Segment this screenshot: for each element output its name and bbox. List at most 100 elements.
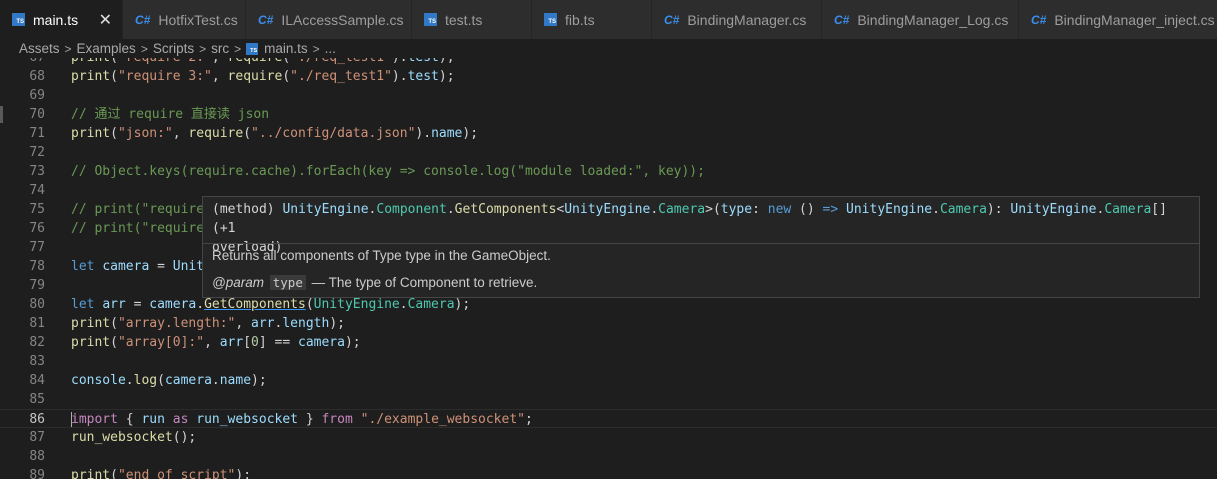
code-line[interactable]: 70 // 通过 require 直接读 json (0, 105, 1217, 124)
breadcrumb-item-src[interactable]: src (211, 41, 229, 56)
tab-label: BindingManager.cs (687, 11, 807, 28)
csharp-icon: C# (258, 12, 274, 27)
line-number: 86 (29, 412, 45, 427)
tab-label: test.ts (445, 11, 483, 28)
code-text[interactable]: print("require 3:", require("./req_test1… (71, 67, 455, 86)
close-icon[interactable]: ✕ (99, 10, 112, 29)
code-text[interactable]: print("end of script"); (71, 466, 251, 479)
csharp-icon: C# (135, 12, 151, 27)
chevron-right-icon: > (199, 41, 207, 56)
tab-fib-ts[interactable]: TS fib.ts (532, 0, 652, 39)
tab-ilaccesssample-cs[interactable]: C# ILAccessSample.cs (246, 0, 412, 39)
code-line[interactable]: 85 (0, 390, 1217, 409)
line-number: 68 (29, 69, 45, 84)
code-line[interactable]: 68 print("require 3:", require("./req_tes… (0, 67, 1217, 86)
line-number: 82 (29, 335, 45, 350)
code-text[interactable]: // 通过 require 直接读 json (71, 105, 269, 124)
tab-label: fib.ts (565, 11, 595, 28)
code-line[interactable]: 73 // Object.keys(require.cache).forEach(… (0, 162, 1217, 181)
tab-label: HotfixTest.cs (158, 11, 238, 28)
breadcrumb: Assets > Examples > Scripts > src > TS m… (0, 39, 1217, 58)
code-line[interactable]: 71 print("json:", require("../config/data… (0, 124, 1217, 143)
line-number: 70 (29, 107, 45, 122)
editor-tab-bar: TS main.ts ✕ C# HotfixTest.cs C# ILAcces… (0, 0, 1217, 39)
code-line[interactable]: 88 (0, 447, 1217, 466)
tab-label: ILAccessSample.cs (281, 11, 404, 28)
code-text[interactable]: // Object.keys(require.cache).forEach(ke… (71, 162, 705, 181)
line-number: 88 (29, 449, 45, 464)
code-text[interactable]: import { run as run_websocket } from "./… (71, 410, 533, 429)
code-text[interactable]: print("array[0]:", arr[0] == camera); (71, 333, 361, 352)
tab-main-ts[interactable]: TS main.ts ✕ (0, 0, 123, 39)
param-description: — The type of Component to retrieve. (311, 275, 538, 290)
param-name: type (269, 275, 306, 290)
method-description: Returns all components of Type type in t… (212, 248, 551, 263)
breadcrumb-item-examples[interactable]: Examples (77, 41, 136, 56)
tab-label: main.ts (33, 11, 79, 28)
breadcrumb-item-assets[interactable]: Assets (19, 41, 60, 56)
breadcrumb-item-scripts[interactable]: Scripts (153, 41, 194, 56)
code-text[interactable]: // print("require (71, 200, 204, 219)
line-number: 85 (29, 392, 45, 407)
line-number: 83 (29, 354, 45, 369)
tab-test-ts[interactable]: TS test.ts (412, 0, 532, 39)
code-text[interactable]: let camera = Unit (71, 257, 204, 276)
line-number: 71 (29, 126, 45, 141)
chevron-right-icon: > (140, 41, 148, 56)
tab-bindingmanager-inject-cs[interactable]: C# BindingManager_inject.cs (1019, 0, 1217, 39)
code-line[interactable]: 69 (0, 86, 1217, 105)
breadcrumb-item-main-ts[interactable]: main.ts (264, 41, 308, 56)
chevron-right-icon: > (234, 41, 242, 56)
param-tag: @param (212, 275, 264, 290)
line-number: 77 (29, 240, 45, 255)
code-text[interactable]: print("array.length:", arr.length); (71, 314, 345, 333)
code-line[interactable]: 84 console.log(camera.name); (0, 371, 1217, 390)
method-signature-text: (method) UnityEngine.Component.GetCompon… (212, 202, 1167, 236)
line-number: 75 (29, 202, 45, 217)
code-line[interactable]: 83 (0, 352, 1217, 371)
gutter-marker (0, 106, 3, 123)
csharp-icon: C# (834, 12, 850, 27)
line-number: 87 (29, 430, 45, 445)
text-cursor (71, 412, 72, 427)
line-number: 89 (29, 468, 45, 479)
chevron-right-icon: > (64, 41, 72, 56)
code-line[interactable]: 67 print("require 2:", require("./req_tes… (0, 58, 1217, 67)
code-line[interactable]: 72 (0, 143, 1217, 162)
code-text[interactable]: run_websocket(); (71, 428, 196, 447)
typescript-icon: TS (246, 42, 259, 55)
code-line[interactable]: 82 print("array[0]:", arr[0] == camera); (0, 333, 1217, 352)
code-text[interactable]: print("json:", require("../config/data.j… (71, 124, 478, 143)
csharp-icon: C# (1031, 12, 1047, 27)
code-line[interactable]: 86 import { run as run_websocket } from "… (0, 409, 1217, 428)
breadcrumb-item-symbols[interactable]: ... (325, 41, 336, 56)
chevron-right-icon: > (312, 41, 320, 56)
code-text[interactable]: print("require 2:", require("./req_test1… (71, 58, 455, 67)
code-text[interactable]: // print("require (71, 219, 204, 238)
tab-label: BindingManager_Log.cs (857, 11, 1009, 28)
typescript-icon: TS (12, 13, 25, 26)
code-line[interactable]: 81 print("array.length:", arr.length); (0, 314, 1217, 333)
hover-tooltip: (method) UnityEngine.Component.GetCompon… (202, 196, 1200, 298)
typescript-icon: TS (544, 13, 557, 26)
typescript-icon: TS (424, 13, 437, 26)
code-line[interactable]: 87 run_websocket(); (0, 428, 1217, 447)
line-number: 72 (29, 145, 45, 160)
tab-bindingmanager-log-cs[interactable]: C# BindingManager_Log.cs (822, 0, 1019, 39)
line-number: 81 (29, 316, 45, 331)
line-number: 76 (29, 221, 45, 236)
tab-hotfixtest-cs[interactable]: C# HotfixTest.cs (123, 0, 246, 39)
param-doc: @param type — The type of Component to r… (212, 275, 537, 290)
line-number: 80 (29, 297, 45, 312)
line-number: 73 (29, 164, 45, 179)
tab-bindingmanager-cs[interactable]: C# BindingManager.cs (652, 0, 822, 39)
line-number: 74 (29, 183, 45, 198)
csharp-icon: C# (664, 12, 680, 27)
code-line[interactable]: 89 print("end of script"); (0, 466, 1217, 479)
tab-label: BindingManager_inject.cs (1054, 11, 1215, 28)
line-number: 69 (29, 88, 45, 103)
tooltip-divider (203, 243, 1199, 244)
line-number: 67 (0, 58, 45, 67)
code-text[interactable]: console.log(camera.name); (71, 371, 267, 390)
line-number: 79 (29, 278, 45, 293)
